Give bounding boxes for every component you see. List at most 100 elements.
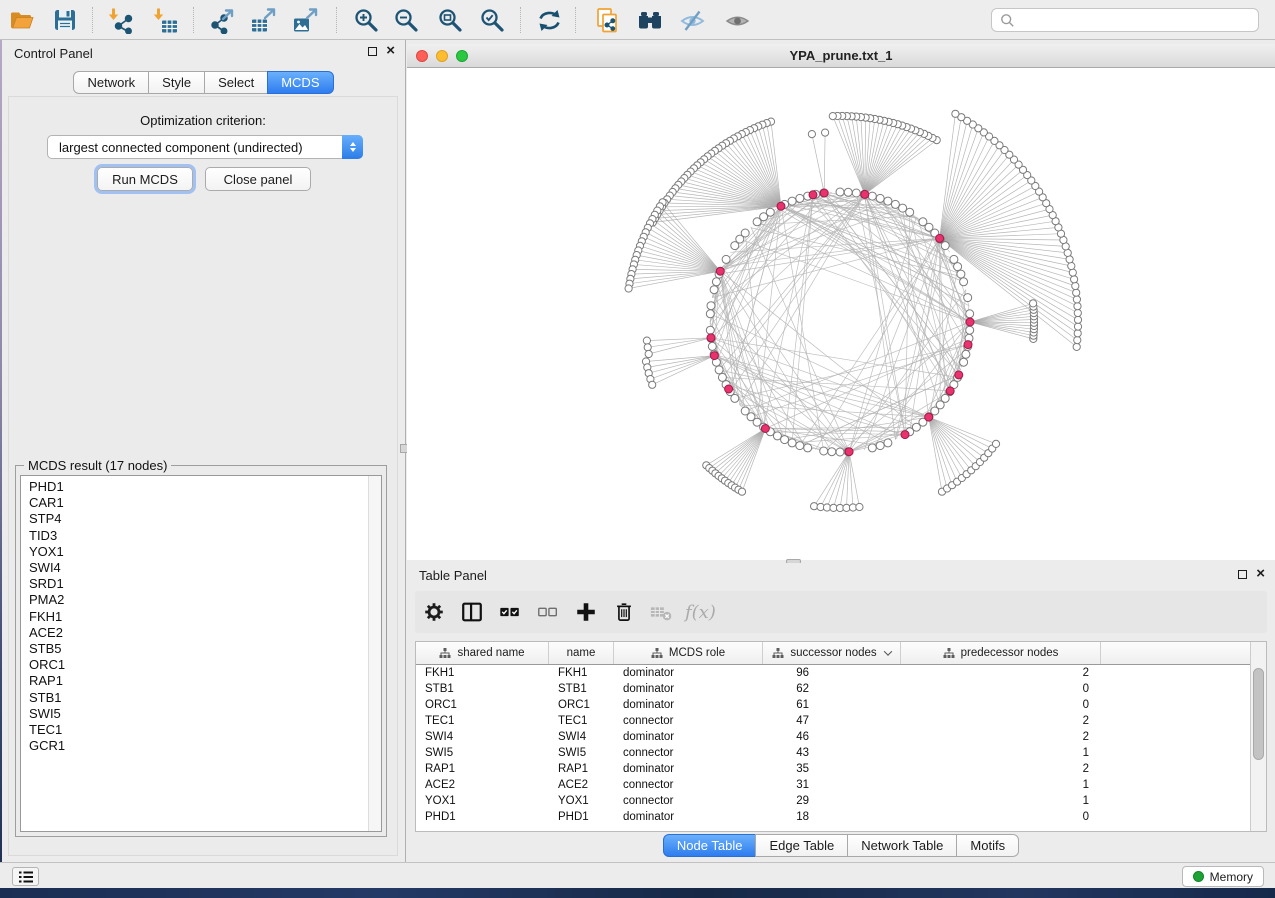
close-panel-icon[interactable]: × bbox=[386, 45, 395, 57]
float-panel-icon[interactable] bbox=[1238, 570, 1247, 579]
import-table-button[interactable] bbox=[148, 4, 182, 36]
run-mcds-button[interactable]: Run MCDS bbox=[97, 167, 193, 191]
save-session-button[interactable] bbox=[48, 4, 82, 36]
export-table-icon bbox=[250, 7, 277, 34]
mcds-result-item[interactable]: SWI5 bbox=[21, 706, 367, 722]
hide-selected-button[interactable] bbox=[675, 4, 709, 36]
table-row[interactable]: SWI4SWI4dominator462 bbox=[416, 729, 1250, 745]
control-panel-header: Control Panel × bbox=[2, 40, 405, 66]
column-header-successor-nodes[interactable]: successor nodes bbox=[763, 642, 901, 664]
table-toolbar: f(x) bbox=[415, 591, 1267, 633]
export-network-icon bbox=[209, 7, 236, 34]
zoom-in-button[interactable] bbox=[349, 4, 383, 36]
column-label: shared name bbox=[457, 647, 524, 659]
optimization-criterion-select[interactable]: largest connected component (undirected) bbox=[47, 135, 363, 159]
share-document-button[interactable] bbox=[590, 4, 624, 36]
tab-select[interactable]: Select bbox=[204, 71, 268, 94]
search-network-button[interactable] bbox=[633, 4, 667, 36]
task-history-button[interactable] bbox=[12, 867, 39, 886]
table-cell: 0 bbox=[901, 811, 1101, 823]
mcds-result-item[interactable]: PMA2 bbox=[21, 592, 367, 608]
table-cell: dominator bbox=[614, 667, 763, 679]
tab-network[interactable]: Network bbox=[73, 71, 149, 94]
table-cell: dominator bbox=[614, 683, 763, 695]
table-scrollbar[interactable] bbox=[1250, 642, 1266, 831]
network-search-field[interactable] bbox=[991, 8, 1259, 32]
mcds-result-item[interactable]: ORC1 bbox=[21, 657, 367, 673]
export-image-button[interactable] bbox=[288, 4, 322, 36]
zoom-in-icon bbox=[353, 7, 380, 34]
table-row[interactable]: RAP1RAP1dominator352 bbox=[416, 761, 1250, 777]
mcds-result-item[interactable]: ACE2 bbox=[21, 625, 367, 641]
trash-icon bbox=[612, 600, 636, 624]
table-cell: STB1 bbox=[549, 683, 614, 695]
float-panel-icon[interactable] bbox=[368, 47, 377, 56]
mcds-result-item[interactable]: TID3 bbox=[21, 528, 367, 544]
zoom-out-button[interactable] bbox=[389, 4, 423, 36]
mcds-result-item[interactable]: STP4 bbox=[21, 511, 367, 527]
zoom-fit-button[interactable] bbox=[433, 4, 467, 36]
import-network-button[interactable] bbox=[103, 4, 137, 36]
tab-edge-table[interactable]: Edge Table bbox=[755, 834, 848, 857]
memory-button[interactable]: Memory bbox=[1182, 866, 1264, 887]
table-row[interactable]: YOX1YOX1connector291 bbox=[416, 793, 1250, 809]
export-table-button[interactable] bbox=[246, 4, 280, 36]
mcds-result-item[interactable]: CAR1 bbox=[21, 495, 367, 511]
column-label: successor nodes bbox=[790, 647, 876, 659]
table-row[interactable]: STB1STB1dominator620 bbox=[416, 681, 1250, 697]
table-row[interactable]: ORC1ORC1dominator610 bbox=[416, 697, 1250, 713]
tab-mcds[interactable]: MCDS bbox=[267, 71, 333, 94]
network-canvas[interactable] bbox=[407, 68, 1275, 560]
mcds-result-item[interactable]: STB5 bbox=[21, 641, 367, 657]
create-column-button[interactable] bbox=[567, 600, 605, 624]
table-settings-button[interactable] bbox=[415, 600, 453, 624]
table-cell: 0 bbox=[901, 683, 1101, 695]
mcds-result-list[interactable]: PHD1CAR1STP4TID3YOX1SWI4SRD1PMA2FKH1ACE2… bbox=[20, 475, 382, 832]
mcds-result-item[interactable]: SRD1 bbox=[21, 576, 367, 592]
tab-network-table[interactable]: Network Table bbox=[847, 834, 957, 857]
column-header-mcds-role[interactable]: MCDS role bbox=[614, 642, 763, 664]
node-table[interactable]: shared name name MCDS role bbox=[415, 641, 1267, 832]
open-file-button[interactable] bbox=[5, 4, 39, 36]
column-header-shared-name[interactable]: shared name bbox=[416, 642, 549, 664]
table-row[interactable]: ACE2ACE2connector311 bbox=[416, 777, 1250, 793]
mcds-result-item[interactable]: TEC1 bbox=[21, 722, 367, 738]
close-panel-button[interactable]: Close panel bbox=[205, 167, 311, 191]
select-all-columns-button[interactable] bbox=[491, 600, 529, 624]
table-row[interactable]: TEC1TEC1connector472 bbox=[416, 713, 1250, 729]
network-window-titlebar[interactable]: YPA_prune.txt_1 bbox=[407, 44, 1275, 68]
zoom-selected-button[interactable] bbox=[475, 4, 509, 36]
mcds-result-item[interactable]: STB1 bbox=[21, 690, 367, 706]
table-row[interactable]: PHD1PHD1dominator180 bbox=[416, 809, 1250, 825]
tab-motifs[interactable]: Motifs bbox=[956, 834, 1019, 857]
table-row[interactable]: SWI5SWI5connector431 bbox=[416, 745, 1250, 761]
table-cell: YOX1 bbox=[549, 795, 614, 807]
tab-style[interactable]: Style bbox=[148, 71, 205, 94]
table-cell: YOX1 bbox=[416, 795, 549, 807]
mcds-result-item[interactable]: GCR1 bbox=[21, 738, 367, 754]
table-row[interactable]: FKH1FKH1dominator962 bbox=[416, 665, 1250, 681]
mcds-list-scrollbar[interactable] bbox=[368, 476, 381, 831]
search-input[interactable] bbox=[1015, 12, 1250, 28]
table-scrollbar-thumb[interactable] bbox=[1253, 668, 1264, 760]
table-cell: connector bbox=[614, 795, 763, 807]
table-cell: ACE2 bbox=[416, 779, 549, 791]
mcds-result-item[interactable]: FKH1 bbox=[21, 609, 367, 625]
tab-node-table[interactable]: Node Table bbox=[663, 834, 757, 857]
column-header-predecessor-nodes[interactable]: predecessor nodes bbox=[901, 642, 1101, 664]
delete-column-button[interactable] bbox=[605, 600, 643, 624]
show-column-panel-button[interactable] bbox=[453, 600, 491, 624]
mcds-result-item[interactable]: SWI4 bbox=[21, 560, 367, 576]
mcds-result-item[interactable]: PHD1 bbox=[21, 479, 367, 495]
table-cell: dominator bbox=[614, 731, 763, 743]
column-header-name[interactable]: name bbox=[549, 642, 614, 664]
mcds-result-item[interactable]: RAP1 bbox=[21, 673, 367, 689]
show-all-button[interactable] bbox=[720, 4, 754, 36]
control-panel-tabbar: Network Style Select MCDS bbox=[2, 71, 405, 94]
export-network-button[interactable] bbox=[205, 4, 239, 36]
network-graph[interactable] bbox=[407, 68, 1275, 560]
mcds-result-item[interactable]: YOX1 bbox=[21, 544, 367, 560]
close-panel-icon[interactable]: × bbox=[1256, 568, 1265, 580]
refresh-button[interactable] bbox=[532, 4, 566, 36]
unselect-all-columns-button[interactable] bbox=[529, 600, 567, 624]
